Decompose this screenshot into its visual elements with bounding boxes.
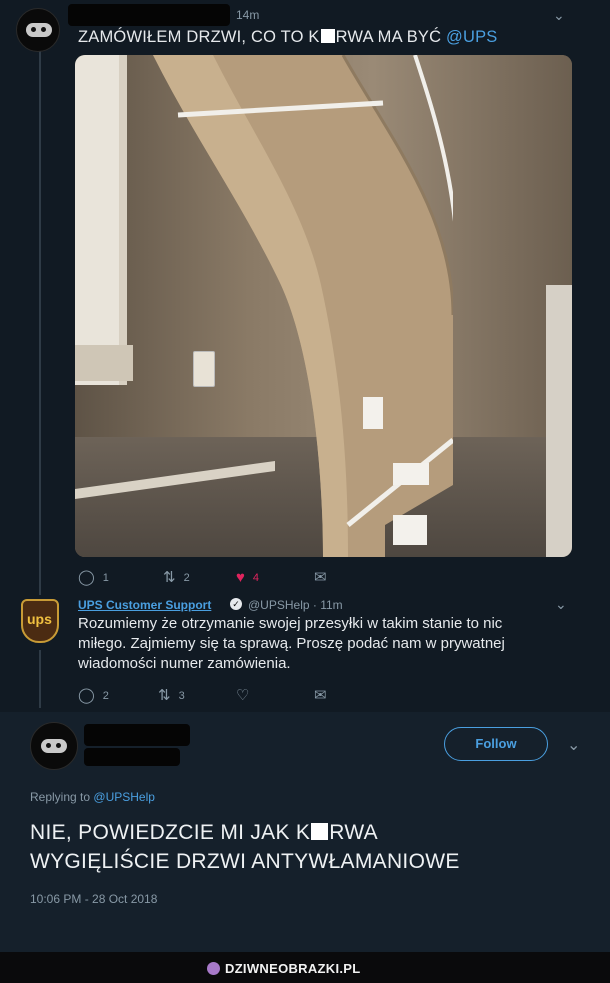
replying-to-link[interactable]: @UPSHelp — [93, 790, 155, 804]
censor-block — [320, 29, 335, 43]
like-action[interactable]: ♥ 4 — [236, 570, 259, 585]
verified-icon: ✓ — [230, 598, 242, 610]
main-tweet-text: NIE, POWIEDZCIE MI JAK K RWA WYGIĘLIŚCIE … — [30, 821, 460, 873]
tweet-timestamp[interactable]: 10:06 PM - 28 Oct 2018 — [30, 892, 157, 906]
redacted-handle — [84, 748, 180, 766]
censor-block — [311, 823, 329, 840]
redacted-name — [68, 4, 230, 26]
tweet-photo[interactable] — [75, 55, 572, 557]
tweet-thread: 14m ⌄ ZAMÓWIŁEM DRZWI, CO TO K RWA MA BYĆ… — [0, 0, 610, 712]
site-watermark: DZIWNEOBRAZKI.PL — [207, 961, 361, 976]
reply-action[interactable]: ◯ 1 — [78, 570, 109, 585]
retweet-icon: ⇅ — [163, 569, 176, 586]
dm-action[interactable]: ✉ — [314, 688, 327, 703]
avatar[interactable] — [16, 8, 60, 52]
chevron-down-icon[interactable]: ⌄ — [555, 596, 567, 613]
retweet-action[interactable]: ⇅ 3 — [158, 688, 185, 703]
tweet-text: ZAMÓWIŁEM DRZWI, CO TO K RWA MA BYĆ @UPS — [78, 28, 498, 46]
mention-link[interactable]: @UPS — [446, 28, 497, 46]
retweet-icon: ⇅ — [158, 687, 171, 704]
reply-action[interactable]: ◯ 2 — [78, 688, 109, 703]
envelope-icon: ✉ — [314, 569, 327, 586]
chevron-down-icon[interactable]: ⌄ — [567, 735, 580, 755]
heart-outline-icon: ♡ — [236, 687, 250, 704]
ups-logo[interactable]: ups — [21, 599, 59, 643]
reply-text: Rozumiemy że otrzymanie swojej przesyłki… — [78, 615, 505, 672]
reply-icon: ◯ — [78, 569, 95, 586]
reply-handle-time: @UPSHelp · 11m — [248, 598, 343, 612]
follow-button[interactable]: Follow — [444, 727, 548, 761]
heart-icon: ♥ — [236, 569, 245, 586]
like-action[interactable]: ♡ — [236, 688, 249, 703]
tweet-time: 14m — [236, 8, 260, 22]
dm-action[interactable]: ✉ — [314, 570, 327, 585]
redacted-name — [84, 724, 190, 746]
thread-line — [39, 50, 41, 595]
chevron-down-icon[interactable]: ⌄ — [553, 7, 565, 24]
reply-icon: ◯ — [78, 687, 95, 704]
thread-line — [39, 650, 41, 708]
avatar[interactable] — [30, 722, 78, 770]
reply-author-name[interactable]: UPS Customer Support — [78, 598, 211, 612]
replying-to: Replying to @UPSHelp — [30, 790, 155, 804]
retweet-action[interactable]: ⇅ 2 — [163, 570, 190, 585]
brand-icon — [207, 962, 220, 975]
envelope-icon: ✉ — [314, 687, 327, 704]
